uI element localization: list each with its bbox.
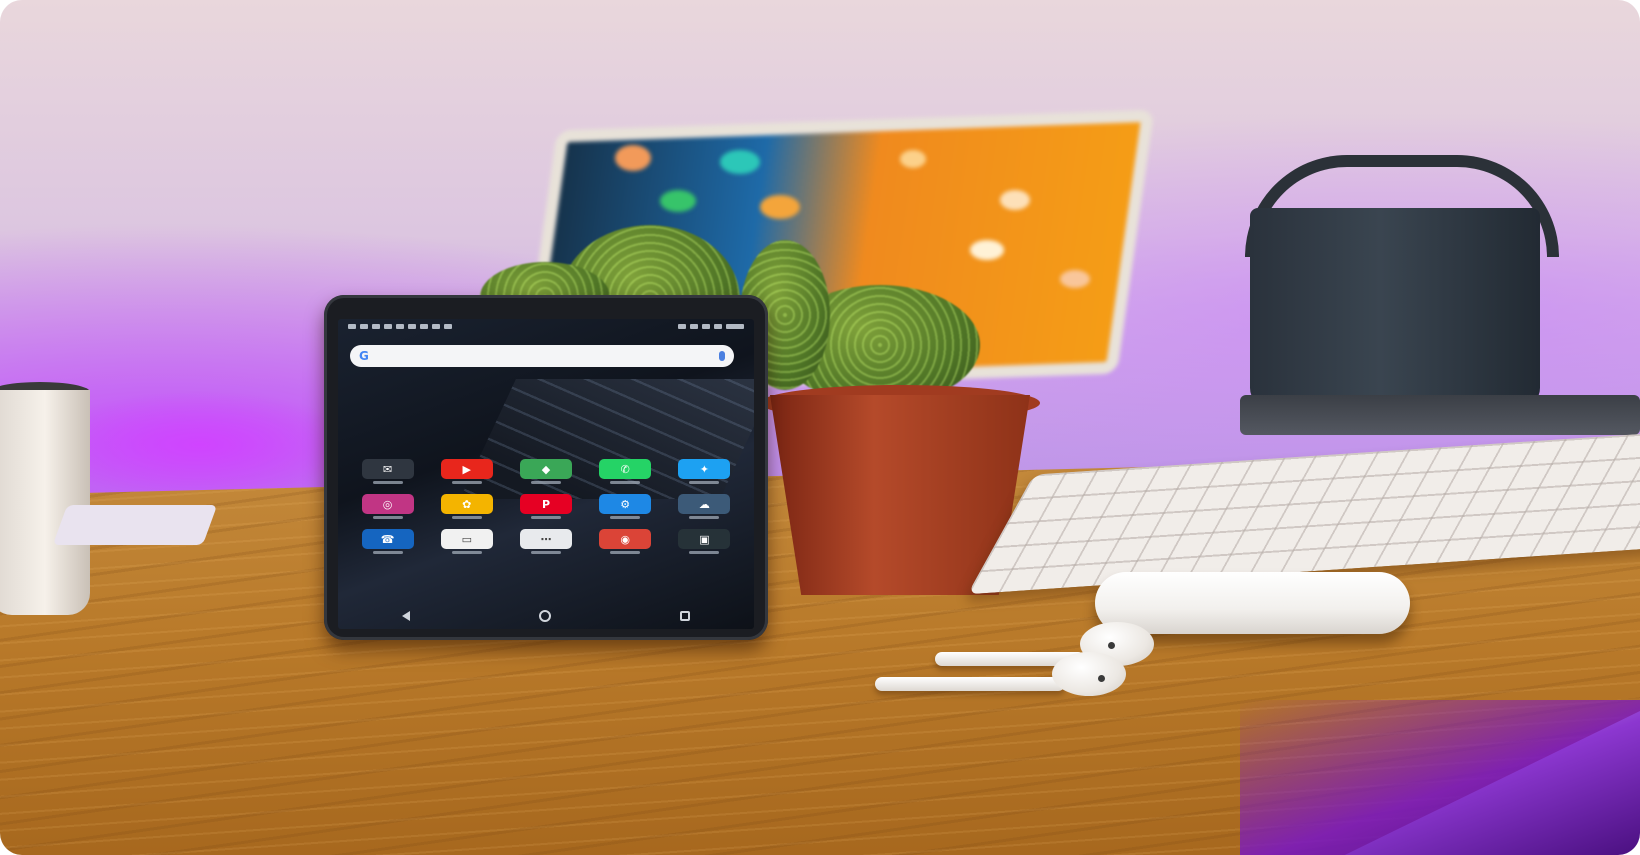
- app-label: [372, 481, 403, 484]
- coffee-mug: [0, 390, 90, 615]
- mic-icon[interactable]: [719, 351, 725, 361]
- system-status-icons: [678, 323, 744, 329]
- app-mail[interactable]: ✉: [348, 459, 427, 484]
- twitter-icon: ✦: [678, 459, 731, 479]
- app-camera[interactable]: ▣: [665, 529, 744, 554]
- tablet-app-dot: [1060, 270, 1090, 288]
- app-label: [689, 516, 720, 519]
- coaster: [52, 505, 218, 545]
- home-icon[interactable]: [538, 610, 551, 622]
- app-instagram[interactable]: ◎: [348, 494, 427, 519]
- phone-icon: ☎: [361, 529, 414, 549]
- back-icon[interactable]: [402, 611, 411, 621]
- app-label: [610, 481, 641, 484]
- app-label: [372, 551, 403, 554]
- app-phone[interactable]: ☎: [348, 529, 427, 554]
- app-gear[interactable]: ⚙: [586, 494, 665, 519]
- tablet-app-dot: [970, 240, 1004, 260]
- app-grid: ✉ ▶ ◆ ✆ ✦ ◎ ✿ P ⚙ ☁ ☎ ▭ ⋯ ◉ ▣: [348, 459, 744, 554]
- google-logo-icon: G: [359, 349, 369, 363]
- app-label: [530, 516, 561, 519]
- app-label: [530, 481, 561, 484]
- app-app-drawer[interactable]: ⋯: [506, 529, 585, 554]
- tablet-app-dot: [660, 190, 696, 212]
- weather-icon: ☁: [678, 494, 731, 514]
- messages-icon: ▭: [440, 529, 493, 549]
- phone-screen: G ✉ ▶ ◆ ✆ ✦ ◎ ✿ P ⚙ ☁ ☎ ▭ ⋯ ◉ ▣: [338, 319, 754, 629]
- app-twitter[interactable]: ✦: [665, 459, 744, 484]
- youtube-icon: ▶: [440, 459, 493, 479]
- tablet-app-dot: [1000, 190, 1030, 210]
- app-maps[interactable]: ◆: [506, 459, 585, 484]
- under-desk-purple-light: [1240, 700, 1640, 855]
- app-messages[interactable]: ▭: [427, 529, 506, 554]
- photos-icon: ✿: [440, 494, 493, 514]
- app-label: [451, 551, 482, 554]
- earbud-sensor: [1108, 642, 1115, 649]
- app-label: [372, 516, 403, 519]
- camera-icon: ▣: [678, 529, 731, 549]
- chrome-icon: ◉: [599, 529, 652, 549]
- speaker-stand: [1240, 395, 1640, 435]
- google-search-bar[interactable]: G: [350, 345, 734, 367]
- pinterest-icon: P: [519, 494, 572, 514]
- recent-apps-icon[interactable]: [679, 611, 690, 621]
- tablet-app-dot: [900, 150, 926, 168]
- whatsapp-icon: ✆: [599, 459, 652, 479]
- tablet-app-dot: [615, 145, 651, 171]
- app-weather[interactable]: ☁: [665, 494, 744, 519]
- photo-frame: G ✉ ▶ ◆ ✆ ✦ ◎ ✿ P ⚙ ☁ ☎ ▭ ⋯ ◉ ▣: [0, 0, 1640, 855]
- mail-icon: ✉: [361, 459, 414, 479]
- navigation-bar: [338, 603, 754, 629]
- notification-icons: [348, 323, 452, 329]
- earbuds-case: [1095, 572, 1410, 634]
- app-label: [689, 481, 720, 484]
- smartphone: G ✉ ▶ ◆ ✆ ✦ ◎ ✿ P ⚙ ☁ ☎ ▭ ⋯ ◉ ▣: [324, 295, 768, 640]
- tablet-app-dot: [720, 150, 760, 174]
- app-youtube[interactable]: ▶: [427, 459, 506, 484]
- app-whatsapp[interactable]: ✆: [586, 459, 665, 484]
- earbud-sensor: [1098, 675, 1105, 682]
- app-photos[interactable]: ✿: [427, 494, 506, 519]
- app-label: [610, 516, 641, 519]
- maps-icon: ◆: [519, 459, 572, 479]
- app-label: [689, 551, 720, 554]
- earbud: [1052, 652, 1126, 696]
- bluetooth-speaker: [1250, 208, 1540, 408]
- app-drawer-icon: ⋯: [519, 529, 572, 549]
- earbud-stem: [875, 677, 1065, 691]
- gear-icon: ⚙: [599, 494, 652, 514]
- app-label: [530, 551, 561, 554]
- app-chrome[interactable]: ◉: [586, 529, 665, 554]
- app-label: [451, 481, 482, 484]
- instagram-icon: ◎: [361, 494, 414, 514]
- app-pinterest[interactable]: P: [506, 494, 585, 519]
- tablet-app-dot: [760, 195, 800, 219]
- app-label: [610, 551, 641, 554]
- status-bar: [338, 319, 754, 333]
- app-label: [451, 516, 482, 519]
